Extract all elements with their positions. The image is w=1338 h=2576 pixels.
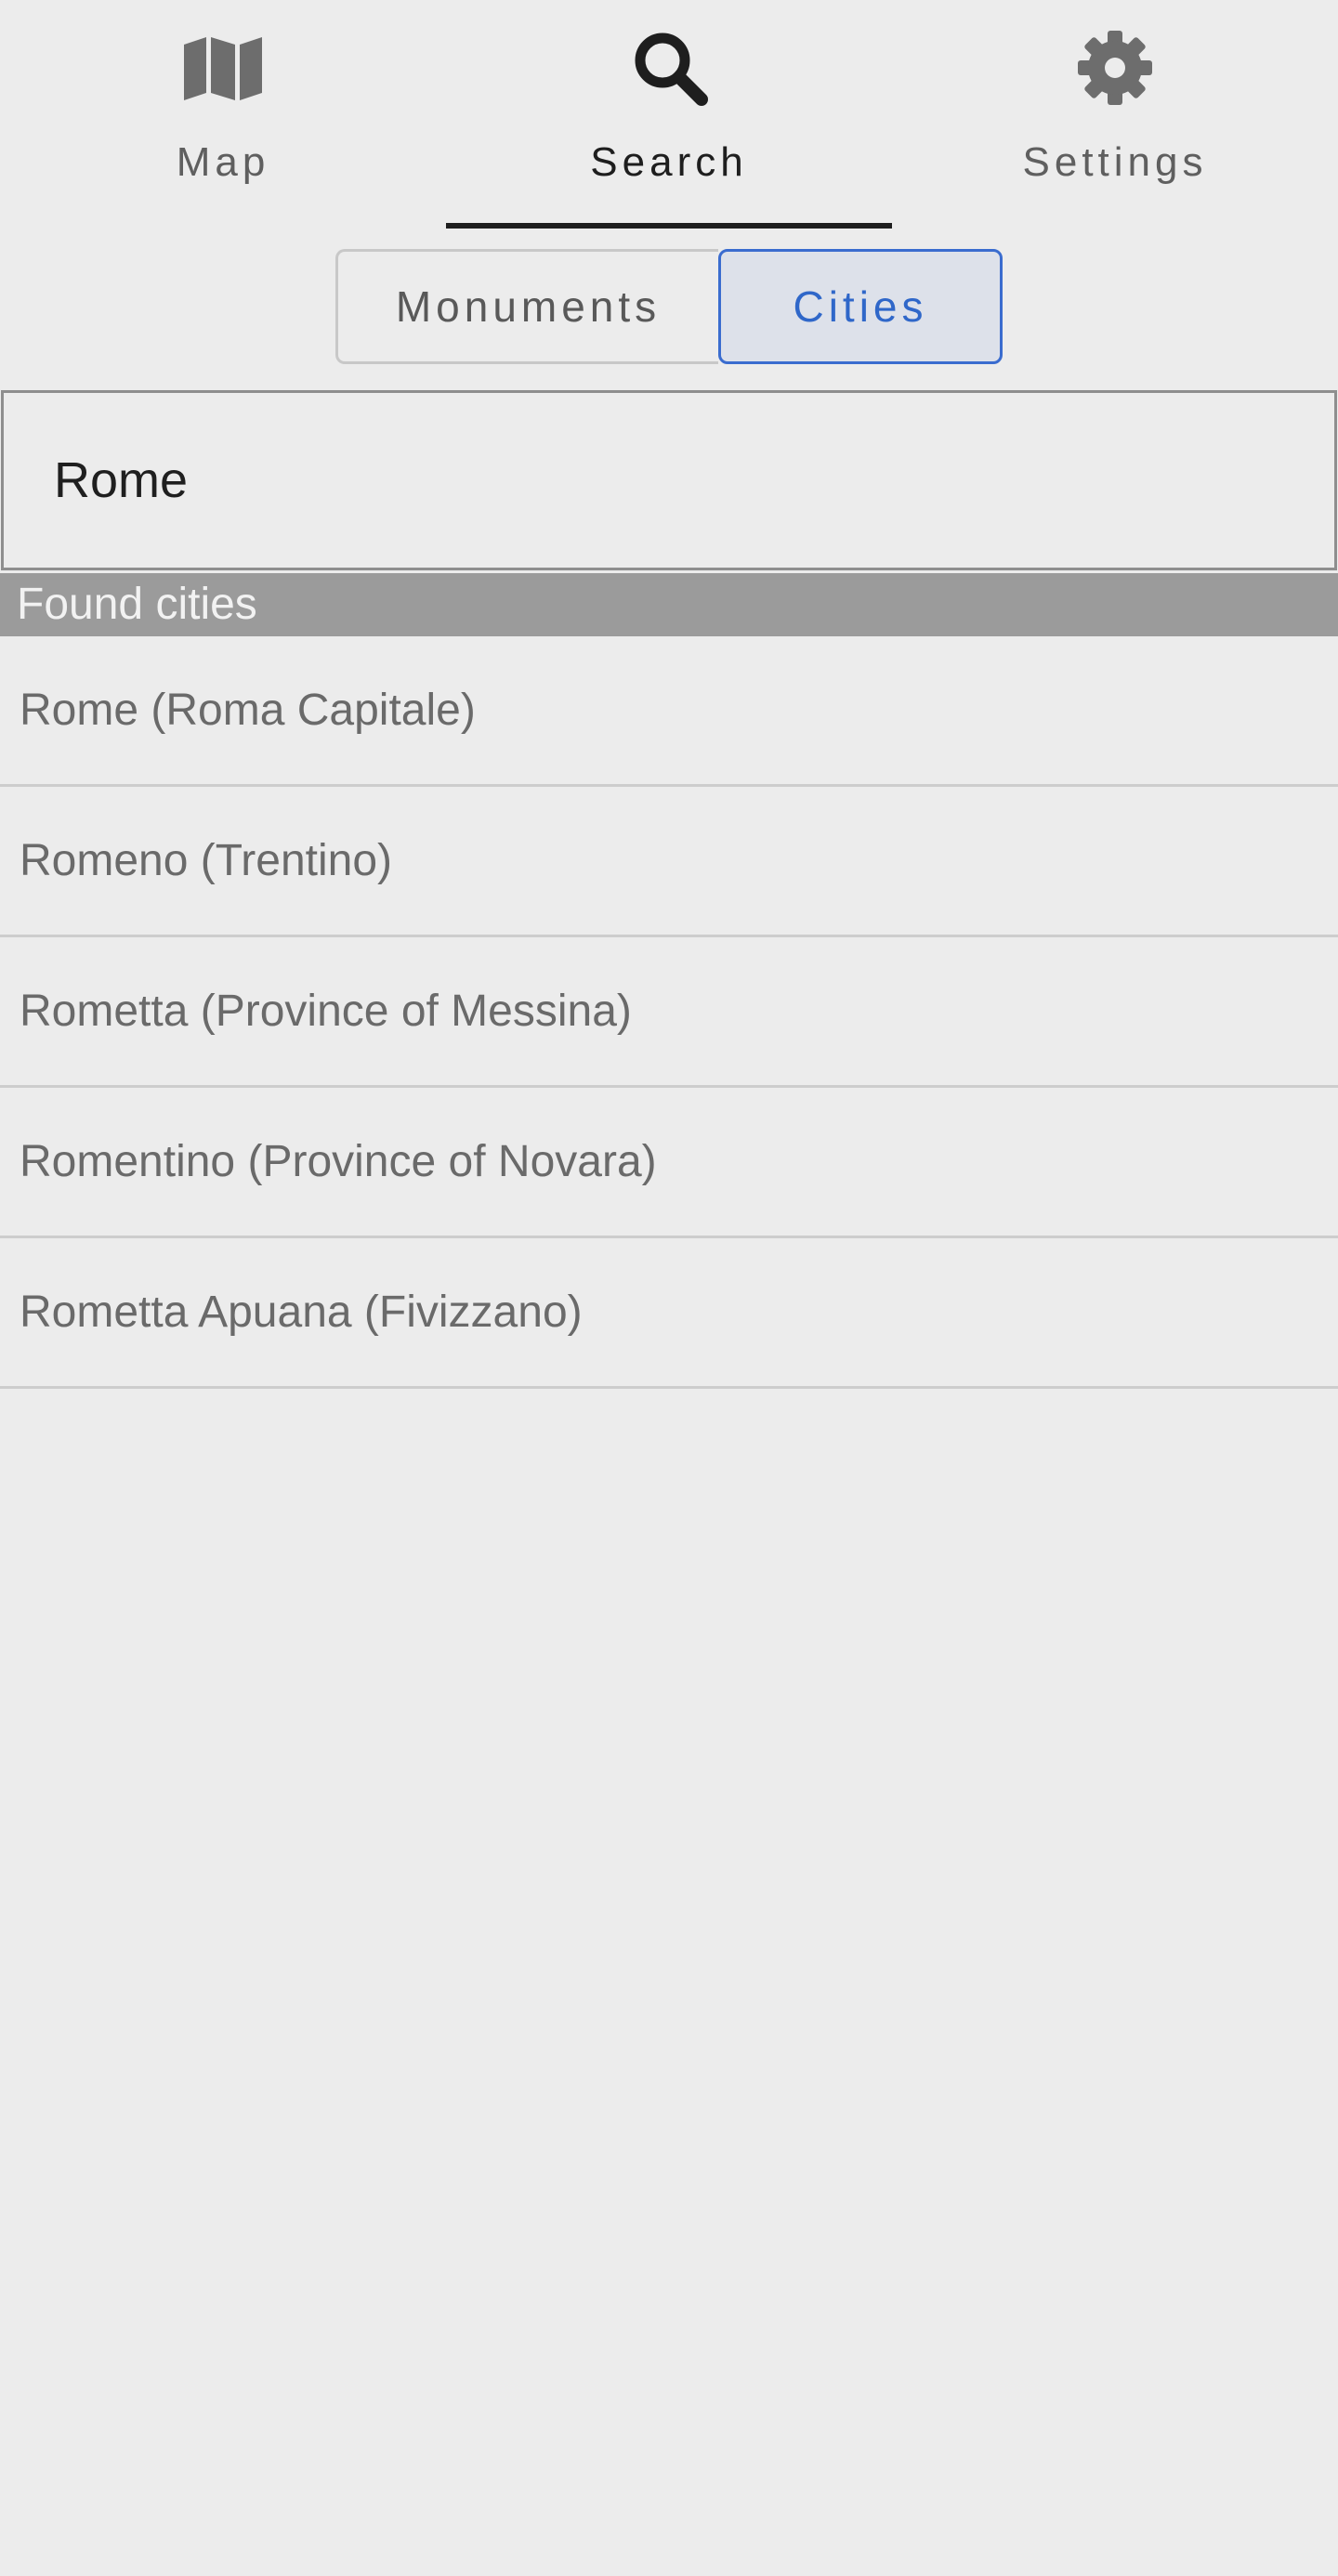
tab-search-label: Search <box>590 139 748 185</box>
city-result-item[interactable]: Rometta (Province of Messina) <box>0 937 1338 1088</box>
city-result-item[interactable]: Romeno (Trentino) <box>0 787 1338 937</box>
tab-map[interactable]: Map <box>0 0 446 229</box>
map-icon <box>182 30 264 106</box>
city-search-input[interactable] <box>1 390 1337 570</box>
active-tab-indicator <box>446 223 892 229</box>
city-result-item[interactable]: Romentino (Province of Novara) <box>0 1088 1338 1238</box>
tab-settings[interactable]: Settings <box>892 0 1338 229</box>
search-type-segmented-control: Monuments Cities <box>335 249 1003 364</box>
city-results-list: Rome (Roma Capitale) Romeno (Trentino) R… <box>0 636 1338 1389</box>
city-result-item[interactable]: Rometta Apuana (Fivizzano) <box>0 1238 1338 1389</box>
tab-settings-label: Settings <box>1022 139 1208 185</box>
results-section-header: Found cities <box>0 573 1338 636</box>
city-result-item[interactable]: Rome (Roma Capitale) <box>0 636 1338 787</box>
tab-map-label: Map <box>176 139 270 185</box>
top-tab-bar: Map Search Settings <box>0 0 1338 229</box>
tab-search[interactable]: Search <box>446 0 892 229</box>
search-icon <box>628 30 710 106</box>
monuments-segment-button[interactable]: Monuments <box>335 249 718 364</box>
cities-segment-button[interactable]: Cities <box>718 249 1003 364</box>
gear-icon <box>1074 30 1156 106</box>
